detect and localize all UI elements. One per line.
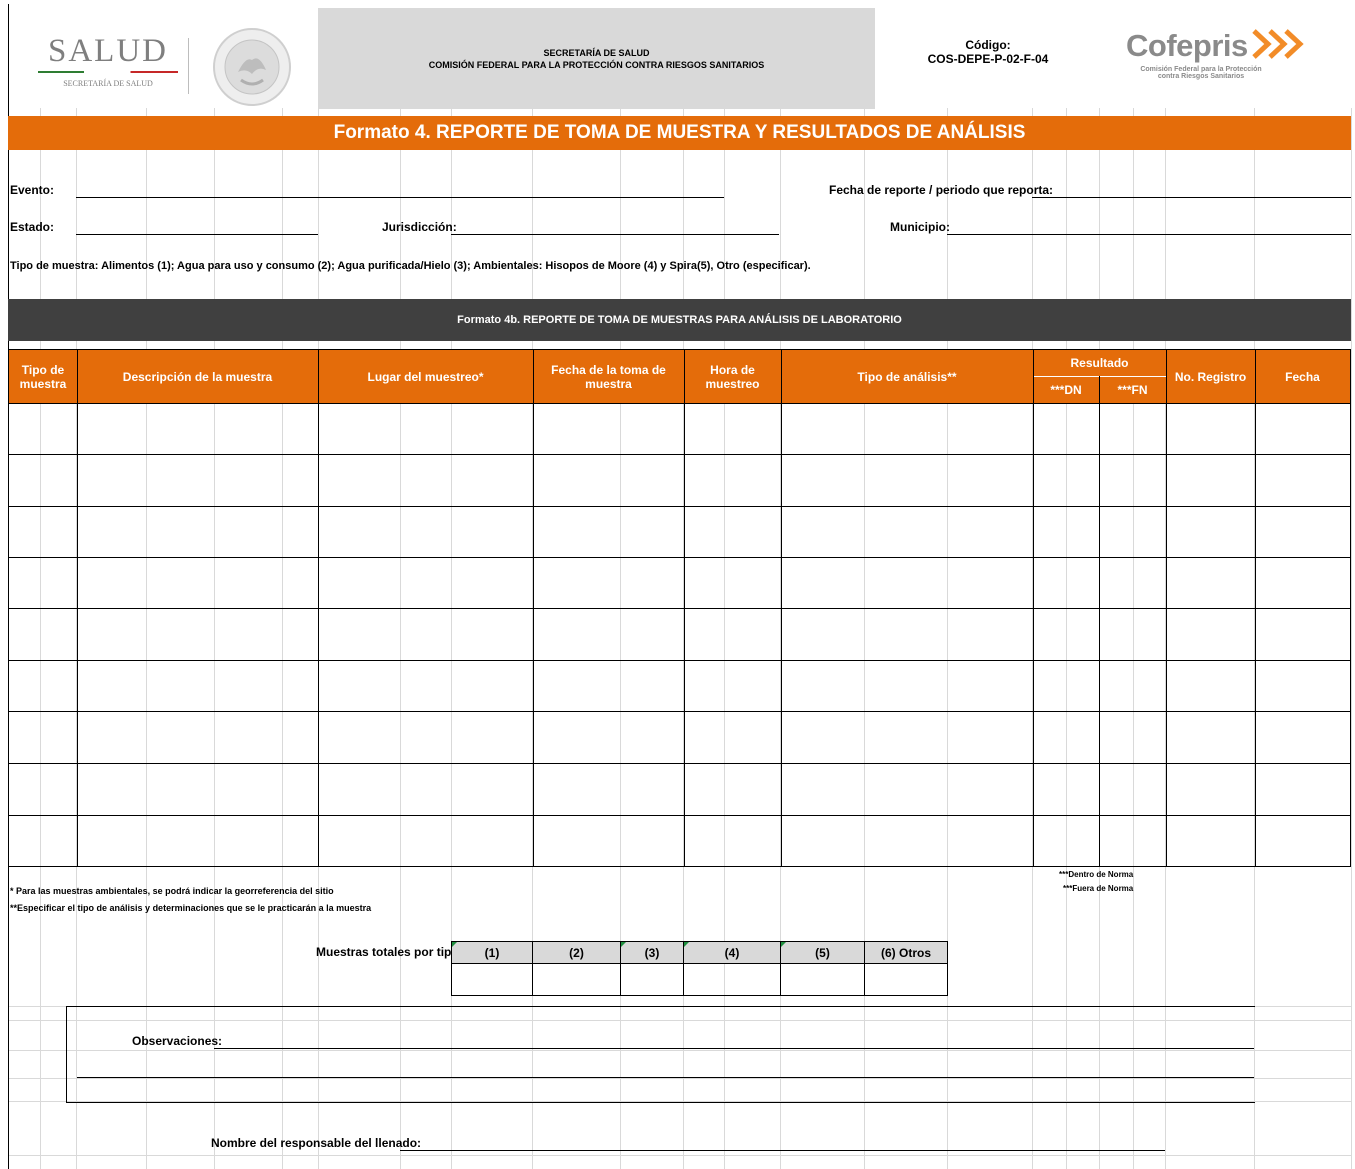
salud-logo-text: SALUD: [47, 33, 168, 69]
col-header-tipo: Tipo de muestra: [19, 362, 67, 391]
total-input-1[interactable]: [451, 963, 533, 996]
total-header-1: (1): [451, 941, 533, 964]
total-header-6: (6) Otros: [864, 941, 948, 964]
cell-comment-marker: [621, 942, 626, 947]
total-input-4[interactable]: [683, 963, 781, 996]
mexico-seal-icon: [211, 26, 293, 108]
evento-field[interactable]: [76, 197, 724, 198]
note-especificar: **Especificar el tipo de análisis y dete…: [10, 903, 372, 913]
note-ambientales: * Para las muestras ambientales, se podr…: [10, 886, 334, 896]
logo-divider: [188, 38, 189, 94]
fecha-reporte-field[interactable]: [1032, 197, 1351, 198]
jurisdiccion-label: Jurisdicción:: [382, 220, 457, 234]
row-line: [9, 815, 1350, 816]
row-line: [9, 454, 1350, 455]
estado-label: Estado:: [10, 220, 55, 234]
cofepris-arrows-icon: [1252, 28, 1308, 64]
cofepris-logo-line2: contra Riesgos Sanitarios: [1157, 73, 1245, 80]
observaciones-line-2[interactable]: [77, 1077, 1254, 1078]
col-header-registro: No. Registro: [1174, 369, 1247, 384]
col-line: [1099, 376, 1100, 866]
salud-logo-stripe: [38, 71, 178, 73]
row-line: [9, 711, 1350, 712]
observaciones-box: [66, 1006, 1255, 1103]
note-dentro-norma: ***Dentro de Norma: [1059, 870, 1134, 879]
cell-comment-marker: [781, 942, 786, 947]
total-header-2: (2): [532, 941, 621, 964]
subtitle-bar: Formato 4b. REPORTE DE TOMA DE MUESTRAS …: [8, 299, 1351, 341]
col-header-fecha-toma: Fecha de la toma de muestra: [551, 362, 666, 391]
col-header-descripcion: Descripción de la muestra: [122, 369, 273, 384]
header-bar: SALUD SECRETARÍA DE SALUD SECRETARÍA DE …: [8, 4, 1351, 109]
responsable-field[interactable]: [400, 1150, 1165, 1151]
observaciones-line-1[interactable]: [214, 1048, 1254, 1049]
salud-logo: SALUD SECRETARÍA DE SALUD: [38, 34, 178, 94]
total-input-5[interactable]: [780, 963, 865, 996]
cell-comment-marker: [684, 942, 689, 947]
col-header-dn: ***DN: [1050, 382, 1082, 397]
col-header-fn: ***FN: [1117, 382, 1148, 397]
secretaria-text: SECRETARÍA DE SALUD: [543, 47, 650, 58]
municipio-label: Municipio:: [890, 220, 950, 234]
title-bar: Formato 4. REPORTE DE TOMA DE MUESTRA Y …: [8, 116, 1351, 150]
gridline: [8, 1155, 1351, 1156]
note-fuera-norma: ***Fuera de Norma: [1063, 884, 1134, 893]
comision-text: COMISIÓN FEDERAL PARA LA PROTECCIÓN CONT…: [428, 59, 765, 70]
cofepris-logo-text: Cofepris: [1126, 28, 1248, 63]
col-header-tipo-analisis: Tipo de análisis**: [857, 369, 957, 384]
row-line: [9, 557, 1350, 558]
salud-logo-subtext: SECRETARÍA DE SALUD: [63, 79, 153, 88]
municipio-field[interactable]: [947, 234, 1351, 235]
estado-field[interactable]: [76, 234, 318, 235]
samples-table: Tipo de muestra Descripción de la muestr…: [8, 349, 1351, 867]
col-header-hora: Hora de muestreo: [705, 362, 760, 391]
total-input-6[interactable]: [864, 963, 948, 996]
row-line: [9, 506, 1350, 507]
cofepris-logo-line1: Comisión Federal para la Protección: [1140, 66, 1262, 73]
codigo-value: COS-DEPE-P-02-F-04: [927, 52, 1049, 66]
cofepris-logo: Cofepris Comisión Federal para la Protec…: [1126, 28, 1316, 98]
responsable-label: Nombre del responsable del llenado:: [211, 1136, 422, 1150]
col-header-resultado: Resultado: [1070, 356, 1129, 370]
total-header-5: (5): [780, 941, 865, 964]
col-header-lugar: Lugar del muestreo*: [367, 369, 484, 384]
total-input-2[interactable]: [532, 963, 621, 996]
form-title: Formato 4. REPORTE DE TOMA DE MUESTRA Y …: [333, 122, 1026, 143]
cell-comment-marker: [452, 942, 457, 947]
jurisdiccion-field[interactable]: [451, 234, 779, 235]
observaciones-label: Observaciones:: [132, 1034, 223, 1048]
codigo-label: Código:: [965, 38, 1011, 52]
row-line: [9, 403, 1350, 404]
totales-label: Muestras totales por tipo:: [316, 945, 463, 959]
subtitle-text: Formato 4b. REPORTE DE TOMA DE MUESTRAS …: [457, 314, 902, 326]
codigo-block: Código: COS-DEPE-P-02-F-04: [888, 38, 1088, 66]
col-header-fecha: Fecha: [1285, 369, 1320, 384]
tipo-muestra-info: Tipo de muestra: Alimentos (1); Agua par…: [10, 260, 811, 272]
total-input-3[interactable]: [620, 963, 684, 996]
total-header-3: (3): [620, 941, 684, 964]
fecha-reporte-label: Fecha de reporte / periodo que reporta:: [829, 183, 1054, 197]
evento-label: Evento:: [10, 183, 55, 197]
row-line: [9, 660, 1350, 661]
institution-box: SECRETARÍA DE SALUD COMISIÓN FEDERAL PAR…: [318, 8, 875, 109]
gridline: [1351, 108, 1352, 1169]
row-line: [9, 763, 1350, 764]
total-header-4: (4): [683, 941, 781, 964]
row-line: [9, 608, 1350, 609]
